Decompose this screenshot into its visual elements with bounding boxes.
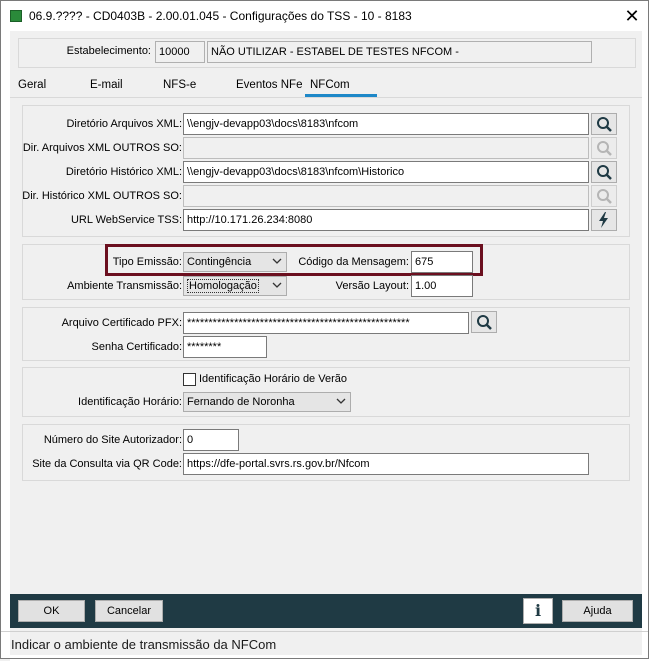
senha-certificado-label: Senha Certificado:	[91, 341, 183, 353]
codigo-mensagem-field[interactable]: 675	[411, 251, 473, 273]
search-icon	[597, 165, 612, 180]
establishment-name-field[interactable]: NÃO UTILIZAR - ESTABEL DE TESTES NFCOM -	[207, 41, 592, 63]
senha-certificado-field[interactable]: ********	[183, 336, 267, 358]
url-ws-test-button[interactable]	[591, 209, 617, 231]
dir-hist-other-label: Dir. Histórico XML OUTROS SO:	[22, 190, 182, 202]
tab-nfcom[interactable]: NFCom	[310, 79, 350, 91]
qr-code-site-label: Site da Consulta via QR Code:	[32, 458, 182, 470]
establishment-code-field[interactable]: 10000	[155, 41, 205, 63]
title-bar: 06.9.???? - CD0403B - 2.00.01.045 - Conf…	[1, 1, 648, 31]
arquivo-certificado-search-button[interactable]	[471, 311, 497, 333]
status-divider	[1, 631, 648, 632]
dir-hist-other-field[interactable]	[183, 185, 589, 207]
tab-email[interactable]: E-mail	[90, 79, 123, 91]
cancel-button[interactable]: Cancelar	[95, 600, 163, 622]
info-icon: i	[534, 601, 542, 620]
lightning-icon	[599, 212, 608, 228]
status-text: Indicar o ambiente de transmissão da NFC…	[11, 637, 277, 652]
search-icon	[477, 315, 492, 330]
codigo-mensagem-label: Código da Mensagem:	[298, 256, 409, 268]
establishment-label: Estabelecimento:	[66, 45, 151, 57]
ambiente-transmissao-value: Homologação	[187, 279, 259, 293]
identificacao-horario-label: Identificação Horário:	[78, 396, 182, 408]
dir-xml-other-label: Dir. Arquivos XML OUTROS SO:	[22, 142, 182, 154]
numero-site-label: Número do Site Autorizador:	[43, 434, 182, 446]
horario-verao-checkbox[interactable]	[183, 373, 196, 386]
tab-eventos-nfe[interactable]: Eventos NFe	[236, 79, 302, 91]
tab-divider	[10, 97, 642, 98]
close-button[interactable]: ✕	[617, 3, 647, 29]
chevron-down-icon	[272, 282, 282, 288]
dir-hist-other-search-button[interactable]	[591, 185, 617, 207]
chevron-down-icon	[336, 398, 346, 404]
dir-xml-label: Diretório Arquivos XML:	[66, 118, 182, 130]
tab-geral[interactable]: Geral	[18, 79, 46, 91]
ok-button[interactable]: OK	[18, 600, 85, 622]
qr-code-site-field[interactable]: https://dfe-portal.svrs.rs.gov.br/Nfcom	[183, 453, 589, 475]
url-ws-field[interactable]: http://10.171.26.234:8080	[183, 209, 589, 231]
search-icon	[597, 117, 612, 132]
versao-layout-field[interactable]: 1.00	[411, 275, 473, 297]
url-ws-label: URL WebService TSS:	[70, 214, 182, 226]
search-icon	[597, 141, 612, 156]
tipo-emissao-label: Tipo Emissão:	[112, 256, 182, 268]
window-title: 06.9.???? - CD0403B - 2.00.01.045 - Conf…	[29, 9, 412, 23]
ambiente-transmissao-label: Ambiente Transmissão:	[67, 280, 182, 292]
ambiente-transmissao-select[interactable]: Homologação	[183, 276, 287, 296]
versao-layout-label: Versão Layout:	[335, 280, 409, 292]
dir-xml-field[interactable]: \\engjv-devapp03\docs\8183\nfcom	[183, 113, 589, 135]
dir-hist-field[interactable]: \\engjv-devapp03\docs\8183\nfcom\Histori…	[183, 161, 589, 183]
dir-xml-search-button[interactable]	[591, 113, 617, 135]
help-button[interactable]: Ajuda	[562, 600, 633, 622]
horario-verao-label: Identificação Horário de Verão	[199, 373, 347, 385]
chevron-down-icon	[272, 258, 282, 264]
dir-xml-other-search-button[interactable]	[591, 137, 617, 159]
tipo-emissao-value: Contingência	[187, 256, 252, 268]
config-dialog: 06.9.???? - CD0403B - 2.00.01.045 - Conf…	[0, 0, 649, 659]
identificacao-horario-select[interactable]: Fernando de Noronha	[183, 392, 351, 412]
app-icon	[10, 10, 22, 22]
arquivo-certificado-field[interactable]: ****************************************…	[183, 312, 469, 334]
arquivo-certificado-label: Arquivo Certificado PFX:	[61, 317, 182, 329]
info-button[interactable]: i	[523, 598, 553, 624]
identificacao-horario-value: Fernando de Noronha	[187, 396, 295, 408]
tipo-emissao-select[interactable]: Contingência	[183, 252, 287, 272]
tab-nfse[interactable]: NFS-e	[163, 79, 196, 91]
dir-hist-search-button[interactable]	[591, 161, 617, 183]
dir-xml-other-field[interactable]	[183, 137, 589, 159]
numero-site-field[interactable]: 0	[183, 429, 239, 451]
dir-hist-label: Diretório Histórico XML:	[65, 166, 182, 178]
search-icon	[597, 189, 612, 204]
